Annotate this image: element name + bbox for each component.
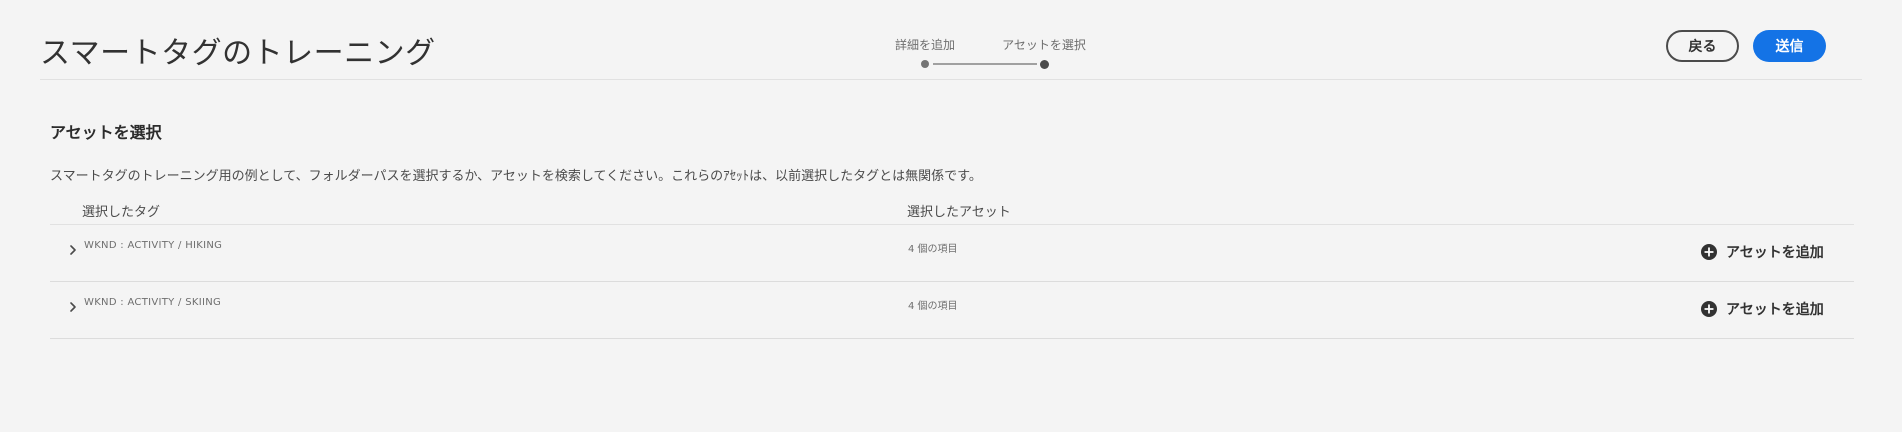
tag-path: WKND : ACTIVITY / HIKING (84, 240, 223, 251)
section-title: アセットを選択 (50, 123, 162, 142)
add-asset-button[interactable]: アセットを追加 (1701, 242, 1824, 262)
step-label-details: 詳細を追加 (894, 38, 956, 52)
add-asset-button[interactable]: アセットを追加 (1701, 299, 1824, 319)
chevron-right-icon[interactable] (66, 299, 80, 313)
wizard-stepper: 詳細を追加 アセットを選択 (885, 36, 1095, 72)
column-header-selected-tags: 選択したタグ (82, 205, 161, 220)
table-header: 選択したタグ 選択したアセット (50, 196, 1854, 225)
page-header: スマートタグのトレーニング 詳細を追加 アセットを選択 (40, 0, 1862, 80)
item-count: 4 個の項目 (908, 301, 958, 312)
add-circle-icon (1701, 301, 1717, 317)
tag-asset-table: 選択したタグ 選択したアセット WKND : ACTIVITY / HIKING… (50, 196, 1854, 339)
submit-button[interactable]: 送信 (1753, 30, 1826, 62)
add-asset-label: アセットを追加 (1726, 302, 1824, 318)
step-label-select-assets: アセットを選択 (1002, 38, 1086, 52)
step-dot-details (921, 60, 929, 68)
table-row: WKND : ACTIVITY / HIKING 4 個の項目 アセットを追加 (50, 225, 1854, 282)
step-connector (933, 63, 1037, 65)
back-button[interactable]: 戻る (1666, 30, 1739, 62)
page-title: スマートタグのトレーニング (40, 36, 436, 71)
column-header-selected-assets: 選択したアセット (907, 205, 1011, 220)
tag-path: WKND : ACTIVITY / SKIING (84, 297, 222, 308)
add-asset-label: アセットを追加 (1726, 245, 1824, 261)
item-count: 4 個の項目 (908, 244, 958, 255)
add-circle-icon (1701, 244, 1717, 260)
step-dot-select-assets (1040, 59, 1049, 69)
table-row: WKND : ACTIVITY / SKIING 4 個の項目 アセットを追加 (50, 282, 1854, 339)
chevron-right-icon[interactable] (66, 242, 80, 256)
section-description: スマートタグのトレーニング用の例として、フォルダーパスを選択するか、アセットを検… (50, 169, 982, 184)
